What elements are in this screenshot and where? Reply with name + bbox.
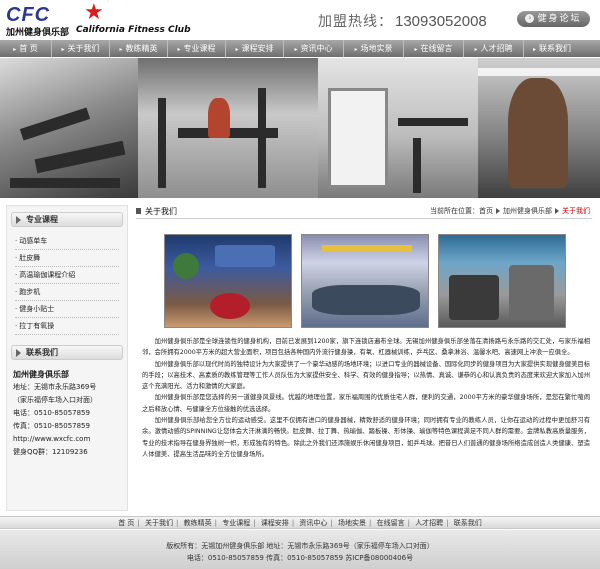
page-title: 关于我们 [136, 206, 177, 217]
nav-item-messages[interactable]: ▸ 在线留言 [404, 40, 464, 57]
arrow-icon: ▸ [354, 46, 358, 53]
footer-link-venue[interactable]: 场地实景 [338, 519, 366, 527]
site-logo[interactable]: CFC ★ [6, 0, 106, 27]
footer-link-courses[interactable]: 专业课程 [222, 519, 250, 527]
nav-item-venue[interactable]: ▸ 场地实景 [344, 40, 404, 57]
logo-mark: CFC [6, 4, 51, 26]
contact-info: 加州健身俱乐部 地址：无锡市永乐路369号 （家乐福停车场入口对面） 电话：05… [13, 368, 121, 459]
chevron-right-icon: › [525, 14, 535, 23]
footer-link-contact[interactable]: 联系我们 [454, 519, 482, 527]
contact-fax: 传真：0510-85057859 [13, 422, 90, 430]
bullet-icon: · [15, 271, 18, 279]
main-nav: ▸ 首 页 ▸ 关于我们 ▸ 教练精英 ▸ 专业课程 ▸ 课程安排 ▸ 资讯中心 ▸ 场地实景… [0, 40, 600, 57]
footer-contact-line: 电话：0510-85057859 传真：0510-85057859 苏ICP备0… [186, 554, 414, 562]
footer-link-coaches[interactable]: 教练精英 [184, 519, 212, 527]
course-item[interactable]: · 拉丁有氧操 [15, 318, 119, 335]
arrow-icon: ▸ [414, 46, 418, 53]
course-item[interactable]: · 动感单车 [15, 233, 119, 250]
course-item[interactable]: · 跑步机 [15, 284, 119, 301]
footer-nav: 首 页 | 关于我们 | 教练精英 | 专业课程 | 课程安排 | 资讯中心 | 场地实景 |… [0, 516, 600, 529]
bullet-icon: · [15, 237, 18, 245]
footer-link-messages[interactable]: 在线留言 [377, 519, 405, 527]
arrow-icon: ▸ [13, 46, 17, 53]
bullet-icon: · [15, 288, 18, 296]
contact-phone: 电话：0510-85057859 [13, 409, 90, 417]
footer-link-home[interactable]: 首 页 [118, 519, 134, 527]
footer-link-about[interactable]: 关于我们 [145, 519, 173, 527]
nav-item-jobs[interactable]: ▸ 人才招聘 [464, 40, 524, 57]
gym-banner [0, 58, 600, 198]
article-paragraph: 加州健身俱乐部是您选择的另一道健身风景线。优越的地理位置，家乐福周围的优质住宅人… [142, 394, 590, 413]
star-icon: ★ [84, 0, 104, 25]
course-list: · 动感单车 · 肚皮舞 · 高温瑜伽课程介绍 · 跑步机 · 健身小贴士 · 拉丁有氧操 [15, 233, 119, 335]
footer-link-schedule[interactable]: 课程安排 [261, 519, 289, 527]
banner-panel-weights [318, 58, 478, 198]
arrow-icon: ▸ [177, 46, 181, 53]
arrow-icon: ▸ [294, 46, 298, 53]
about-article: 加州健身俱乐部是全球连锁性的健身机构，目前已发展到1200家，旗下连锁店遍布全球… [142, 336, 590, 460]
arrow-icon: ▸ [474, 46, 478, 53]
triangle-right-icon [496, 208, 500, 214]
breadcrumb-club[interactable]: 加州健身俱乐部 [503, 207, 552, 215]
contact-address-note: （家乐福停车场入口对面） [13, 396, 97, 404]
breadcrumb-current: 关于我们 [562, 207, 590, 215]
banner-panel-athlete [478, 58, 600, 198]
gym-photo-class [301, 234, 429, 328]
article-paragraph: 加州健身俱乐部给您全方位的运动感受。这里不仅拥有进口的健身器械，精致舒适的健身环… [142, 417, 590, 458]
breadcrumb: 当前所在位置：首页 加州健身俱乐部 关于我们 [430, 207, 590, 215]
nav-item-coaches[interactable]: ▸ 教练精英 [110, 40, 168, 57]
banner-panel-treadmills [0, 58, 138, 198]
triangle-right-icon [555, 208, 559, 214]
nav-item-about[interactable]: ▸ 关于我们 [52, 40, 110, 57]
contact-qq: 健身QQ群：12109236 [13, 448, 88, 456]
sidebar: 专业课程 · 动感单车 · 肚皮舞 · 高温瑜伽课程介绍 · 跑步机 · 健身小贴士 · 拉… [6, 205, 128, 511]
gym-photos [164, 234, 566, 328]
bullet-icon: · [15, 322, 18, 330]
bullet-icon: · [15, 254, 18, 262]
course-item[interactable]: · 高温瑜伽课程介绍 [15, 267, 119, 284]
arrow-icon: ▸ [61, 46, 65, 53]
footer-link-jobs[interactable]: 人才招聘 [415, 519, 443, 527]
hotline-label: 加盟热线： [318, 14, 393, 30]
arrow-icon: ▸ [532, 46, 536, 53]
forum-button-label: 健身论坛 [537, 14, 582, 24]
main-header: 关于我们 当前所在位置：首页 加州健身俱乐部 关于我们 [136, 206, 592, 219]
article-paragraph: 加州健身俱乐部以现代时尚的独特设计为大家提供了一个豪华动感的场地环境；以进口专业… [142, 360, 590, 391]
franchise-hotline: 加盟热线： 13093052008 [318, 11, 487, 31]
footer-link-news[interactable]: 资讯中心 [299, 519, 327, 527]
gym-photo-lobby [164, 234, 292, 328]
courses-section-title: 专业课程 [11, 212, 123, 227]
bullet-icon: · [15, 305, 18, 313]
nav-item-schedule[interactable]: ▸ 课程安排 [226, 40, 284, 57]
logo-english-name: California Fitness Club [76, 25, 191, 35]
arrow-icon: ▸ [235, 46, 239, 53]
nav-item-news[interactable]: ▸ 资讯中心 [284, 40, 344, 57]
article-paragraph: 加州健身俱乐部是全球连锁性的健身机构，目前已发展到1200家，旗下连锁店遍布全球… [142, 338, 590, 357]
hotline-number: 13093052008 [395, 13, 487, 30]
gym-photo-equipment [438, 234, 566, 328]
logo-chinese-name: 加州健身俱乐部 [6, 28, 70, 38]
arrow-icon: ▸ [119, 46, 123, 53]
footer-info: 版权所有：无锡加州健身俱乐部 地址：无锡市永乐路369号（家乐福停车场入口对面）… [0, 530, 600, 569]
breadcrumb-home[interactable]: 首页 [479, 207, 493, 215]
nav-item-home[interactable]: ▸ 首 页 [0, 40, 52, 57]
triangle-right-icon [16, 216, 21, 224]
course-item[interactable]: · 肚皮舞 [15, 250, 119, 267]
triangle-right-icon [16, 349, 21, 357]
site-header: CFC ★ 加州健身俱乐部 California Fitness Club 加盟… [0, 0, 600, 40]
nav-item-contact[interactable]: ▸ 联系我们 [524, 40, 580, 57]
contact-section-title: 联系我们 [11, 345, 123, 360]
square-icon [136, 208, 141, 214]
nav-item-courses[interactable]: ▸ 专业课程 [168, 40, 226, 57]
contact-website[interactable]: http://www.wxcfc.com [13, 433, 121, 446]
contact-company: 加州健身俱乐部 [13, 370, 69, 379]
contact-address: 地址：无锡市永乐路369号 [13, 383, 97, 391]
banner-panel-equipment [138, 58, 318, 198]
course-item[interactable]: · 健身小贴士 [15, 301, 119, 318]
forum-button[interactable]: › 健身论坛 [517, 11, 590, 27]
footer-copyright: 版权所有：无锡加州健身俱乐部 地址：无锡市永乐路369号（家乐福停车场入口对面） [166, 542, 434, 550]
